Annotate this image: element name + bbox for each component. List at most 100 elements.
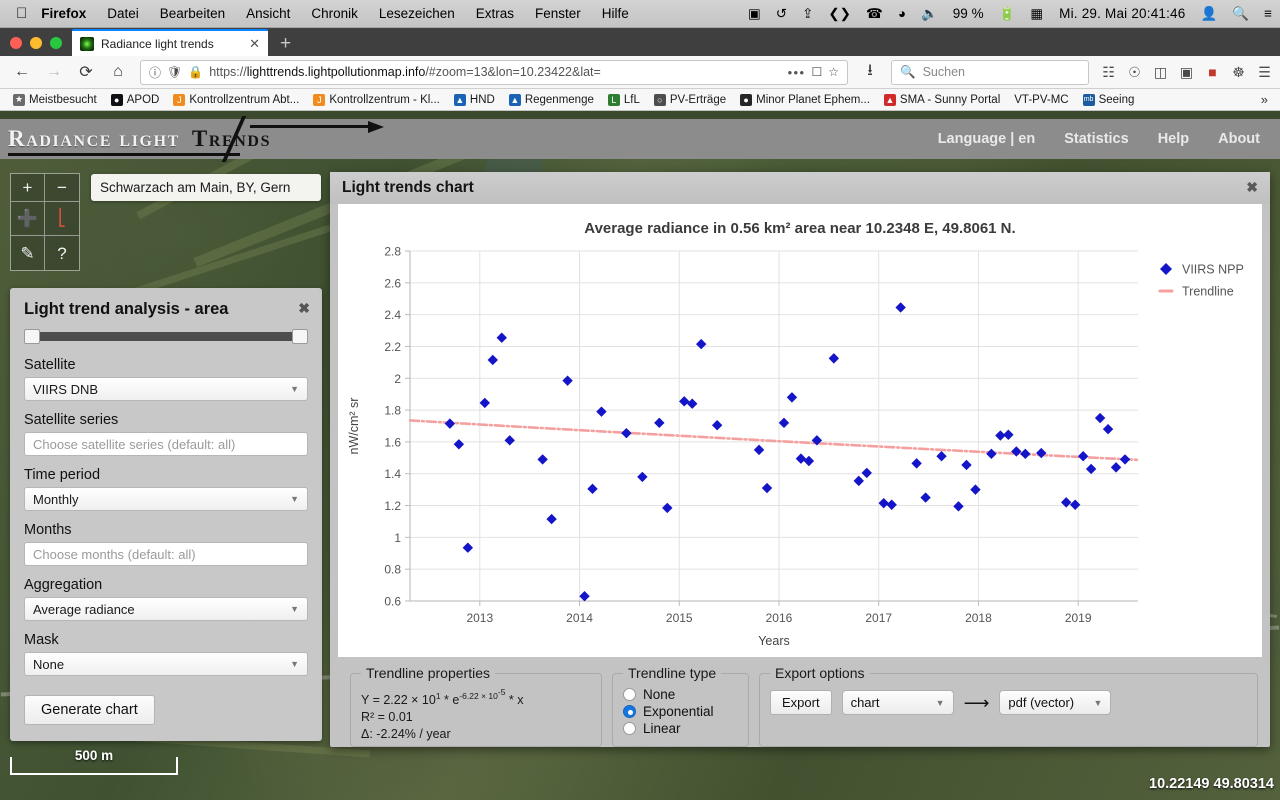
phone-icon[interactable]: ☎	[866, 6, 883, 22]
nav-item-statistics[interactable]: Statistics	[1064, 131, 1128, 147]
adobe-pdf-icon[interactable]: ■	[1204, 64, 1221, 81]
code-icon[interactable]: ❮❯	[828, 6, 851, 22]
search-icon[interactable]: 🔍	[1232, 6, 1249, 22]
opacity-slider[interactable]	[24, 329, 308, 344]
page-info-icon[interactable]: ⓘ	[149, 64, 161, 81]
page-actions-icon[interactable]: •••	[788, 65, 806, 80]
bookmarks-overflow-icon[interactable]: »	[1255, 92, 1274, 107]
menu-item-ansicht[interactable]: Ansicht	[246, 6, 290, 21]
notification-center-icon[interactable]: ≡	[1264, 6, 1272, 21]
bookmark-item[interactable]: J Kontrollzentrum - Kl...	[306, 93, 447, 106]
zoom-out-icon[interactable]: −	[45, 174, 79, 202]
bookmark-item[interactable]: mb Seeing	[1076, 93, 1142, 106]
draw-area-icon[interactable]: ⎣	[45, 202, 79, 236]
menu-item-chronik[interactable]: Chronik	[311, 6, 358, 21]
months-input[interactable]: Choose months (default: all)	[24, 542, 308, 566]
library-icon[interactable]: ☷	[1100, 64, 1117, 81]
satellite-series-input[interactable]: Choose satellite series (default: all)	[24, 432, 308, 456]
window-controls[interactable]	[8, 37, 72, 56]
url-bar[interactable]: ⓘ 🛡 🔒 https://lighttrends.lightpollution…	[140, 59, 848, 85]
sidebar-icon[interactable]: ◫	[1152, 64, 1169, 81]
reload-button[interactable]: ⟳	[71, 59, 101, 85]
menu-item-extras[interactable]: Extras	[476, 6, 514, 21]
tracking-protection-icon[interactable]: 🛡	[167, 65, 182, 79]
bookmark-item[interactable]: J Kontrollzentrum Abt...	[166, 93, 306, 106]
slider-handle-left[interactable]	[24, 329, 40, 344]
radio-linear-icon[interactable]	[623, 722, 636, 736]
menu-item-lesezeichen[interactable]: Lesezeichen	[379, 6, 455, 21]
export-format-select[interactable]: pdf (vector) ▼	[999, 690, 1112, 716]
container-icon[interactable]: ▣	[1178, 64, 1195, 81]
home-button[interactable]: ⌂	[103, 59, 133, 85]
nav-item-language[interactable]: Language | en	[938, 131, 1036, 147]
crosshair-select-icon[interactable]: ➕	[11, 202, 45, 236]
zoom-in-icon[interactable]: +	[11, 174, 45, 202]
user-icon[interactable]: 👤	[1200, 6, 1217, 22]
bookmark-item[interactable]: ○ PV-Erträge	[647, 93, 733, 106]
bookmark-item[interactable]: ▲ SMA - Sunny Portal	[877, 93, 1007, 106]
window-close-button[interactable]	[10, 37, 22, 49]
bluetooth-icon[interactable]: ⇪	[802, 6, 813, 22]
bookmark-item[interactable]: VT-PV-MC	[1007, 94, 1075, 106]
bookmark-star-icon[interactable]: ☆	[828, 65, 839, 79]
volume-icon[interactable]: 🔈	[921, 6, 938, 22]
arrow-right-icon: ⟶	[963, 692, 990, 713]
lock-icon[interactable]: 🔒	[188, 65, 203, 79]
browser-tab-active[interactable]: Radiance light trends ✕	[72, 29, 268, 56]
export-button[interactable]: Export	[770, 690, 832, 716]
aggregation-select[interactable]: Average radiance ▼	[24, 597, 308, 621]
dropbox-icon[interactable]: ▣	[748, 6, 761, 22]
download-icon[interactable]: ⭳	[855, 59, 885, 85]
sync-icon[interactable]: ☸	[1230, 64, 1247, 81]
forward-button[interactable]: →	[39, 59, 69, 85]
search-input[interactable]: 🔍 Suchen	[891, 59, 1089, 85]
window-minimize-button[interactable]	[30, 37, 42, 49]
help-icon[interactable]: ?	[45, 236, 79, 270]
radio-none-icon[interactable]	[623, 688, 636, 702]
bookmark-item[interactable]: ● APOD	[104, 93, 167, 106]
site-logo[interactable]: Radiance light Trends	[0, 116, 395, 162]
radio-option-linear[interactable]: Linear	[623, 721, 738, 736]
panel-close-icon[interactable]: ✖	[298, 300, 310, 317]
radio-option-exponential[interactable]: Exponential	[623, 704, 738, 719]
menu-item-bearbeiten[interactable]: Bearbeiten	[160, 6, 225, 21]
menu-app-name[interactable]: Firefox	[41, 6, 86, 21]
timemachine-icon[interactable]: ↺	[776, 6, 787, 22]
scatter-plot-svg[interactable]: 0.6 0.8 1 1.2 1.4 1.6 1.8 2 2.2 2.4 2.6 2.8 2013 2014…	[338, 237, 1262, 657]
bookmark-item[interactable]: ● Minor Planet Ephem...	[733, 93, 877, 106]
nav-item-help[interactable]: Help	[1158, 131, 1189, 147]
apple-icon[interactable]: 	[16, 5, 27, 22]
radio-none-label: None	[643, 687, 676, 703]
radio-exponential-icon[interactable]	[623, 705, 636, 719]
back-button[interactable]: ←	[7, 59, 37, 85]
window-zoom-button[interactable]	[50, 37, 62, 49]
chart-canvas[interactable]: Average radiance in 0.56 km² area near 1…	[338, 203, 1262, 658]
measure-ruler-icon[interactable]: ✎	[11, 236, 45, 270]
new-tab-button[interactable]: +	[268, 34, 303, 56]
reader-mode-icon[interactable]: ☐	[811, 65, 822, 79]
menu-item-datei[interactable]: Datei	[107, 6, 139, 21]
satellite-select[interactable]: VIIRS DNB ▼	[24, 377, 308, 401]
bookmark-item[interactable]: ★ Meistbesucht	[6, 93, 104, 106]
bookmark-item[interactable]: L LfL	[601, 93, 647, 106]
battery-charging-icon[interactable]: 🔋	[999, 6, 1016, 22]
mask-select[interactable]: None ▼	[24, 652, 308, 676]
menu-item-fenster[interactable]: Fenster	[535, 6, 581, 21]
nav-item-about[interactable]: About	[1218, 131, 1260, 147]
hamburger-menu-icon[interactable]: ☰	[1256, 64, 1273, 81]
generate-chart-button[interactable]: Generate chart	[24, 695, 155, 725]
pocket-icon[interactable]: ☉	[1126, 64, 1143, 81]
tab-close-icon[interactable]: ✕	[249, 36, 260, 52]
y-axis-tick-label: 2.6	[384, 276, 401, 290]
slider-handle-right[interactable]	[292, 329, 308, 344]
radio-option-none[interactable]: None	[623, 687, 738, 702]
keyboard-input-icon[interactable]: ▦	[1030, 6, 1043, 22]
bookmark-item[interactable]: ▲ Regenmenge	[502, 93, 601, 106]
bookmark-item[interactable]: ▲ HND	[447, 93, 502, 106]
time-period-select[interactable]: Monthly ▼	[24, 487, 308, 511]
export-target-select[interactable]: chart ▼	[841, 690, 954, 716]
wifi-icon[interactable]: ◕	[898, 6, 906, 21]
menu-bar-clock[interactable]: Mi. 29. Mai 20:41:46	[1059, 6, 1185, 21]
menu-item-hilfe[interactable]: Hilfe	[602, 6, 629, 21]
chart-window-close-icon[interactable]: ✖	[1246, 179, 1258, 196]
